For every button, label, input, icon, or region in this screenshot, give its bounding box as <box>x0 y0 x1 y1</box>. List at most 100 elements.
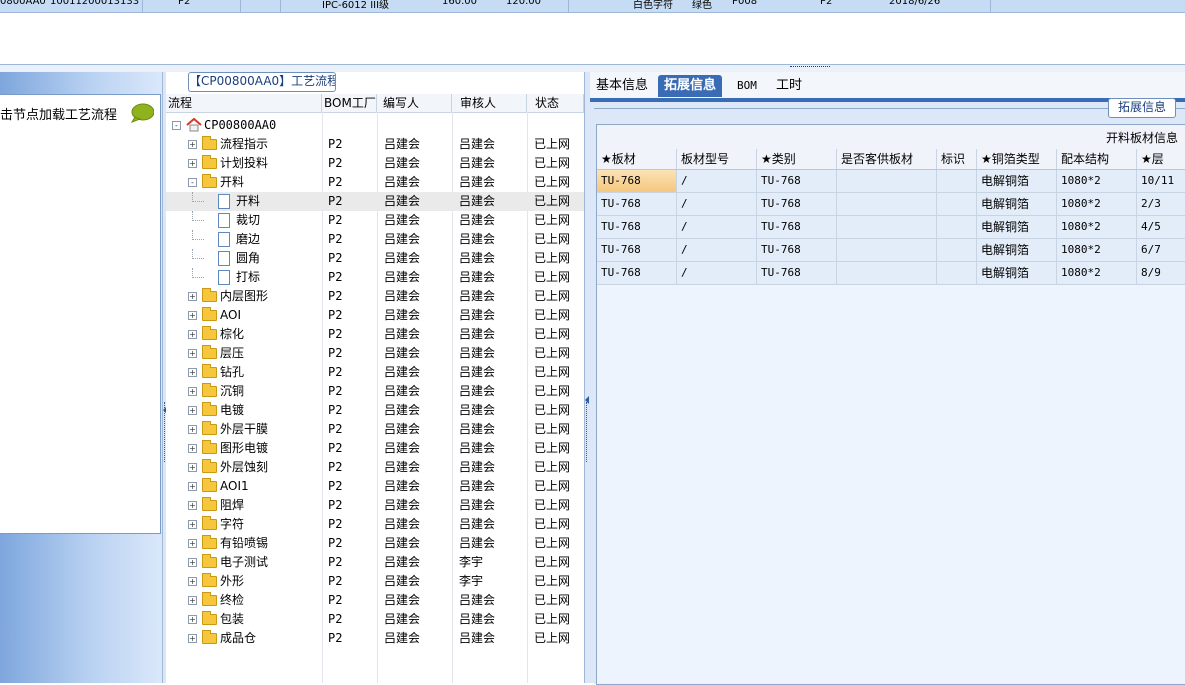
collapse-icon[interactable]: - <box>188 178 197 187</box>
column-header-bom-factory[interactable]: BOM工厂 <box>322 94 377 112</box>
copper-foil-type-cell[interactable]: 电解铜箔 <box>977 239 1057 261</box>
tree-node-label[interactable]: 沉铜 <box>220 382 244 401</box>
tree-row[interactable]: + 内层图形 P2 吕建会 吕建会 已上网 <box>166 287 584 306</box>
grid-column-header[interactable]: ★铜箔类型 <box>977 149 1057 169</box>
tree-node-label[interactable]: 钻孔 <box>220 363 244 382</box>
expand-icon[interactable]: + <box>188 539 197 548</box>
sheet-cell[interactable]: TU-768 <box>597 193 677 215</box>
tree-node-label[interactable]: 打标 <box>236 268 260 287</box>
tree-node-label[interactable]: 外层蚀刻 <box>220 458 268 477</box>
expand-icon[interactable]: + <box>188 463 197 472</box>
tree-node-label[interactable]: 外层干膜 <box>220 420 268 439</box>
expand-icon[interactable]: + <box>188 140 197 149</box>
mark-cell[interactable] <box>937 216 977 238</box>
customer-supplied-cell[interactable] <box>837 193 937 215</box>
expand-icon[interactable]: + <box>188 406 197 415</box>
expand-icon[interactable]: + <box>188 558 197 567</box>
sheet-model-cell[interactable]: / <box>677 239 757 261</box>
tree-row[interactable]: 裁切 P2 吕建会 吕建会 已上网 <box>166 211 584 230</box>
column-header-status[interactable]: 状态 <box>527 94 584 112</box>
tree-node-label[interactable]: 圆角 <box>236 249 260 268</box>
grid-column-header[interactable]: 是否客供板材 <box>837 149 937 169</box>
layup-cell[interactable]: 1080*2 <box>1057 193 1137 215</box>
expand-icon[interactable]: + <box>188 577 197 586</box>
grid-row[interactable]: TU-768/TU-768 电解铜箔 1080*2 8/9 <box>597 262 1185 285</box>
expand-icon[interactable]: + <box>188 482 197 491</box>
layer-cell[interactable]: 2/3 <box>1137 193 1185 215</box>
tree-node-label[interactable]: 裁切 <box>236 211 260 230</box>
tree-node-label[interactable]: 棕化 <box>220 325 244 344</box>
grid-column-header[interactable]: 配本结构 <box>1057 149 1137 169</box>
tree-node-label[interactable]: 开料 <box>236 192 260 211</box>
sheet-cell[interactable]: TU-768 <box>597 262 677 284</box>
copper-foil-type-cell[interactable]: 电解铜箔 <box>977 216 1057 238</box>
tab-work-hours[interactable]: 工时 <box>776 75 802 97</box>
tree-row[interactable]: + 包装 P2 吕建会 吕建会 已上网 <box>166 610 584 629</box>
sheet-model-cell[interactable]: / <box>677 262 757 284</box>
category-cell[interactable]: TU-768 <box>757 262 837 284</box>
sheet-model-cell[interactable]: / <box>677 170 757 192</box>
customer-supplied-cell[interactable] <box>837 239 937 261</box>
expand-icon[interactable]: + <box>188 330 197 339</box>
tree-node-label[interactable]: 层压 <box>220 344 244 363</box>
tree-row[interactable]: + 阻焊 P2 吕建会 吕建会 已上网 <box>166 496 584 515</box>
tree-node-label[interactable]: AOI1 <box>220 477 249 496</box>
tree-row[interactable]: - CP00800AA0 <box>166 116 584 135</box>
tree-row[interactable]: - 开料 P2 吕建会 吕建会 已上网 <box>166 173 584 192</box>
column-header-process[interactable]: 流程 <box>166 94 322 112</box>
category-cell[interactable]: TU-768 <box>757 193 837 215</box>
chat-bubble-icon[interactable] <box>130 103 154 123</box>
expand-icon[interactable]: + <box>188 311 197 320</box>
expand-icon[interactable]: + <box>188 444 197 453</box>
collapse-icon[interactable]: - <box>172 121 181 130</box>
tree-row[interactable]: + 层压 P2 吕建会 吕建会 已上网 <box>166 344 584 363</box>
sheet-cell[interactable]: TU-768 <box>597 170 677 192</box>
mark-cell[interactable] <box>937 193 977 215</box>
tree-row[interactable]: 圆角 P2 吕建会 吕建会 已上网 <box>166 249 584 268</box>
copper-foil-type-cell[interactable]: 电解铜箔 <box>977 193 1057 215</box>
grid-row[interactable]: TU-768/TU-768 电解铜箔 1080*2 4/5 <box>597 216 1185 239</box>
tree-node-label[interactable]: 阻焊 <box>220 496 244 515</box>
tree-node-label[interactable]: 外形 <box>220 572 244 591</box>
tree-node-label[interactable]: 终检 <box>220 591 244 610</box>
tree-row[interactable]: + 外形 P2 吕建会 李宇 已上网 <box>166 572 584 591</box>
tree-node-label[interactable]: 字符 <box>220 515 244 534</box>
tree-row[interactable]: + 流程指示 P2 吕建会 吕建会 已上网 <box>166 135 584 154</box>
tree-row[interactable]: + 电镀 P2 吕建会 吕建会 已上网 <box>166 401 584 420</box>
expand-icon[interactable]: + <box>188 615 197 624</box>
top-grid-selected-row[interactable]: 0800AA0 10011200013133 P2 IPC-6012 III级 160.… <box>0 0 1185 13</box>
tree-row[interactable]: + AOI1 P2 吕建会 吕建会 已上网 <box>166 477 584 496</box>
layup-cell[interactable]: 1080*2 <box>1057 216 1137 238</box>
grid-row[interactable]: TU-768/TU-768 电解铜箔 1080*2 10/11 <box>597 170 1185 193</box>
layer-cell[interactable]: 4/5 <box>1137 216 1185 238</box>
tree-node-label[interactable]: 流程指示 <box>220 135 268 154</box>
sheet-cell[interactable]: TU-768 <box>597 216 677 238</box>
tree-row[interactable]: + 终检 P2 吕建会 吕建会 已上网 <box>166 591 584 610</box>
sheet-model-cell[interactable]: / <box>677 216 757 238</box>
category-cell[interactable]: TU-768 <box>757 216 837 238</box>
layup-cell[interactable]: 1080*2 <box>1057 170 1137 192</box>
column-header-author[interactable]: 编写人 <box>377 94 452 112</box>
expand-icon[interactable]: + <box>188 501 197 510</box>
grid-column-header[interactable]: ★类别 <box>757 149 837 169</box>
tree-row[interactable]: + 沉铜 P2 吕建会 吕建会 已上网 <box>166 382 584 401</box>
tab-basic-info[interactable]: 基本信息 <box>596 75 648 97</box>
grid-row[interactable]: TU-768/TU-768 电解铜箔 1080*2 6/7 <box>597 239 1185 262</box>
tree-row[interactable]: + 外层蚀刻 P2 吕建会 吕建会 已上网 <box>166 458 584 477</box>
tree-row[interactable]: + 成品仓 P2 吕建会 吕建会 已上网 <box>166 629 584 648</box>
copper-foil-type-cell[interactable]: 电解铜箔 <box>977 170 1057 192</box>
tree-row[interactable]: 打标 P2 吕建会 吕建会 已上网 <box>166 268 584 287</box>
grid-column-header[interactable]: ★层 <box>1137 149 1185 169</box>
tree-node-label[interactable]: 计划投料 <box>220 154 268 173</box>
grid-column-header[interactable]: 板材型号 <box>677 149 757 169</box>
expand-icon[interactable]: + <box>188 520 197 529</box>
copper-foil-type-cell[interactable]: 电解铜箔 <box>977 262 1057 284</box>
expand-icon[interactable]: + <box>188 387 197 396</box>
layer-cell[interactable]: 10/11 <box>1137 170 1185 192</box>
collapse-left-arrow-icon[interactable] <box>585 396 589 404</box>
tree-row[interactable]: + 计划投料 P2 吕建会 吕建会 已上网 <box>166 154 584 173</box>
layup-cell[interactable]: 1080*2 <box>1057 239 1137 261</box>
tree-row[interactable]: + 钻孔 P2 吕建会 吕建会 已上网 <box>166 363 584 382</box>
splitter-grip-icon[interactable] <box>790 66 830 69</box>
mark-cell[interactable] <box>937 170 977 192</box>
